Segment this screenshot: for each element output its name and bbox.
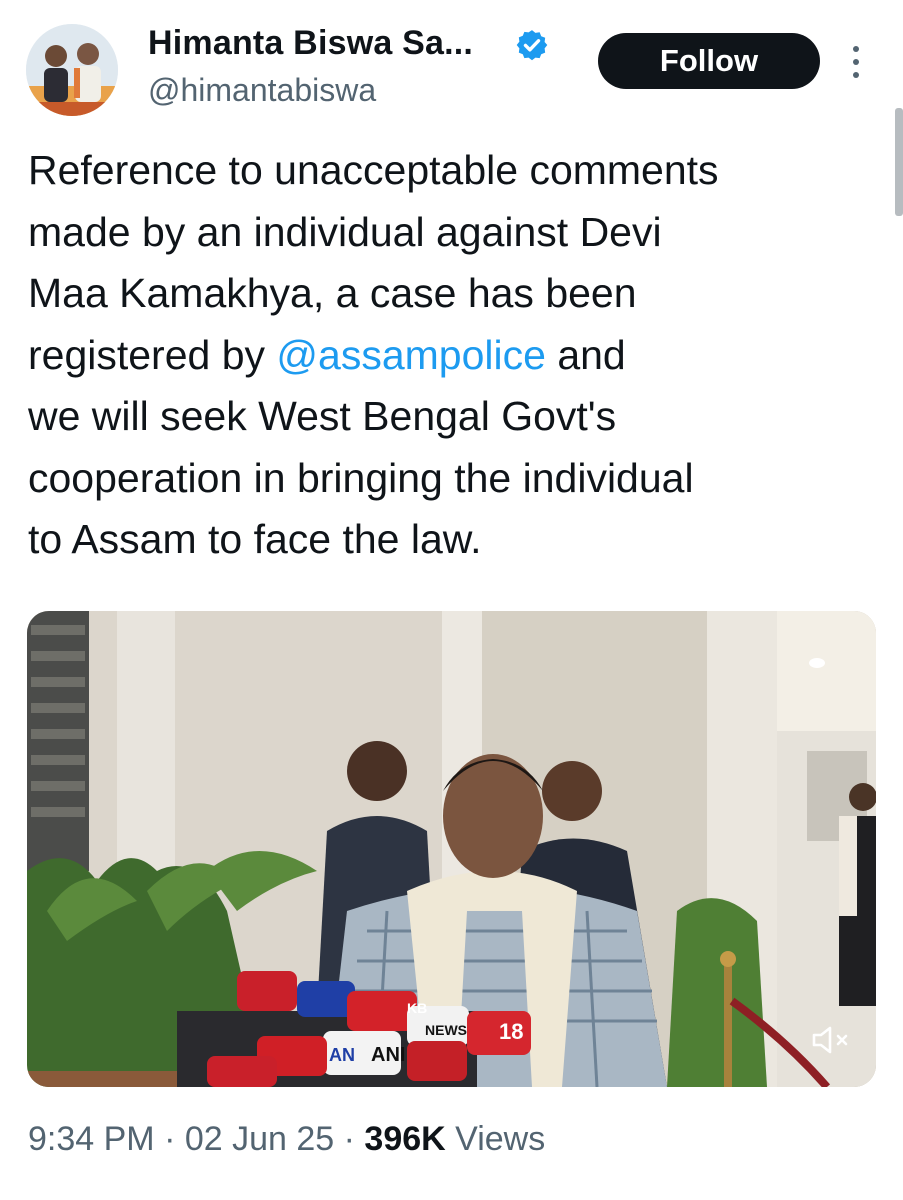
tweet-time[interactable]: 9:34 PM <box>28 1120 155 1158</box>
mic-label: KB <box>407 1000 427 1016</box>
mic-label: 18 <box>499 1019 523 1044</box>
tweet-meta: 9:34 PM · 02 Jun 25 · 396K Views <box>28 1120 545 1159</box>
tweet-text-fragment: registered by <box>28 331 277 378</box>
display-name[interactable]: Himanta Biswa Sa... <box>148 24 473 63</box>
tweet-line: to Assam to face the law. <box>28 516 482 562</box>
tweet-text-fragment: and <box>545 331 626 378</box>
speaker-muted-icon[interactable] <box>810 1023 854 1057</box>
tweet-line: we will seek West Bengal Govt's <box>28 393 617 439</box>
tweet-text: Reference to unacceptable comments made … <box>28 140 878 571</box>
meta-separator: · <box>334 1120 365 1158</box>
tweet-line-with-mention: registered by @assampolice and <box>28 325 878 387</box>
user-handle[interactable]: @himantabiswa <box>148 72 376 109</box>
avatar[interactable] <box>26 24 118 116</box>
tweet-line: cooperation in bringing the individual <box>28 454 694 501</box>
meta-separator: · <box>154 1120 185 1158</box>
follow-button[interactable]: Follow <box>598 33 820 89</box>
tweet-line: made by an individual against Devi <box>28 208 662 255</box>
verified-badge-icon <box>516 30 548 61</box>
mention-link[interactable]: @assampolice <box>276 332 546 378</box>
views-count: 396K <box>364 1120 446 1158</box>
tweet-date[interactable]: 02 Jun 25 <box>185 1120 334 1158</box>
mic-label: ANI <box>371 1044 405 1066</box>
video-frame: 18 ANI AN NEWS KB <box>27 611 876 1087</box>
tweet-line: Maa Kamakhya, a case has been <box>28 270 637 316</box>
mic-label: NEWS <box>425 1022 467 1038</box>
mic-label: AN <box>329 1045 355 1065</box>
views-label: Views <box>445 1120 546 1158</box>
more-vertical-icon[interactable] <box>847 44 865 80</box>
tweet-video[interactable]: 18 ANI AN NEWS KB <box>27 611 876 1087</box>
scrollbar[interactable] <box>895 108 903 216</box>
tweet-line: Reference to unacceptable comments <box>28 147 719 193</box>
avatar-image <box>26 24 118 116</box>
